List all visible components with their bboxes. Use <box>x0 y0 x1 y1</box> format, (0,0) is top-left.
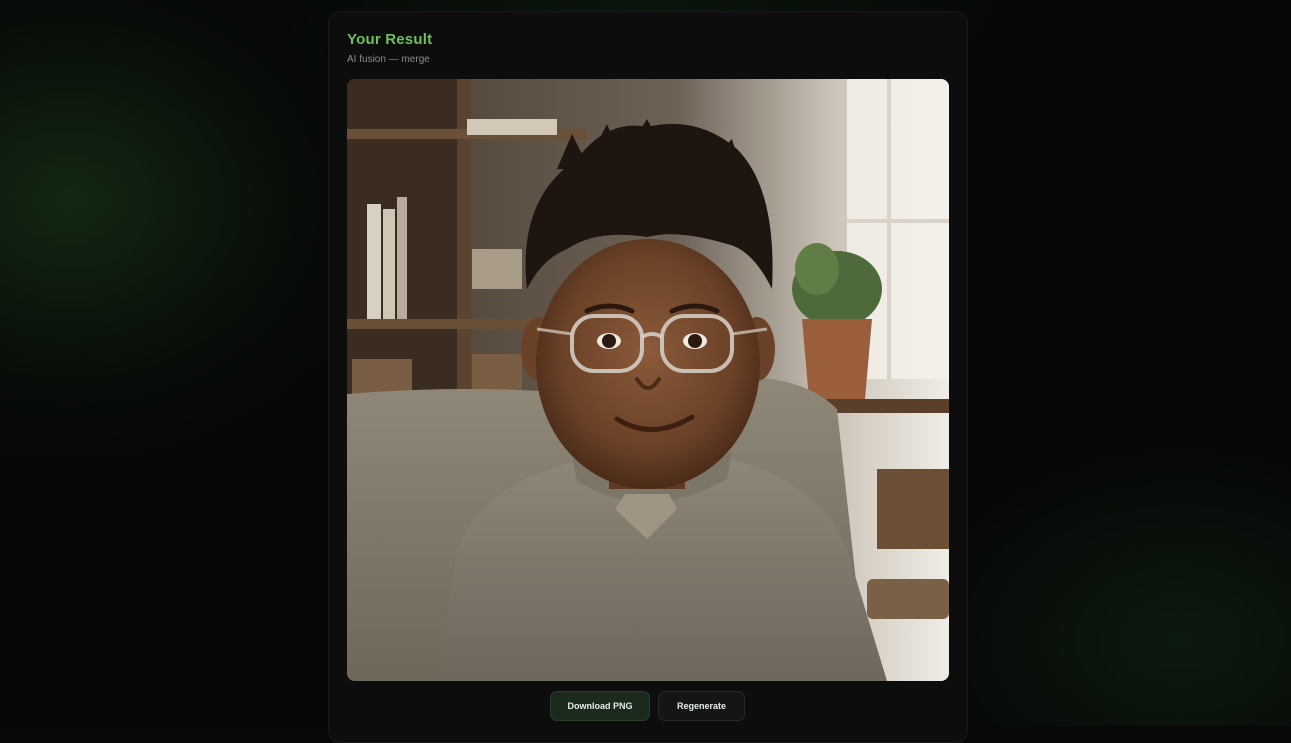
card-title: Your Result <box>347 31 432 48</box>
result-actions: Download PNG Regenerate <box>550 691 745 721</box>
download-png-button[interactable]: Download PNG <box>550 691 650 721</box>
result-card: Your Result AI fusion — merge <box>328 11 968 743</box>
regenerate-button[interactable]: Regenerate <box>658 691 745 721</box>
generated-portrait-icon <box>347 79 949 681</box>
result-image <box>347 79 949 681</box>
card-subtitle: AI fusion — merge <box>347 54 430 65</box>
